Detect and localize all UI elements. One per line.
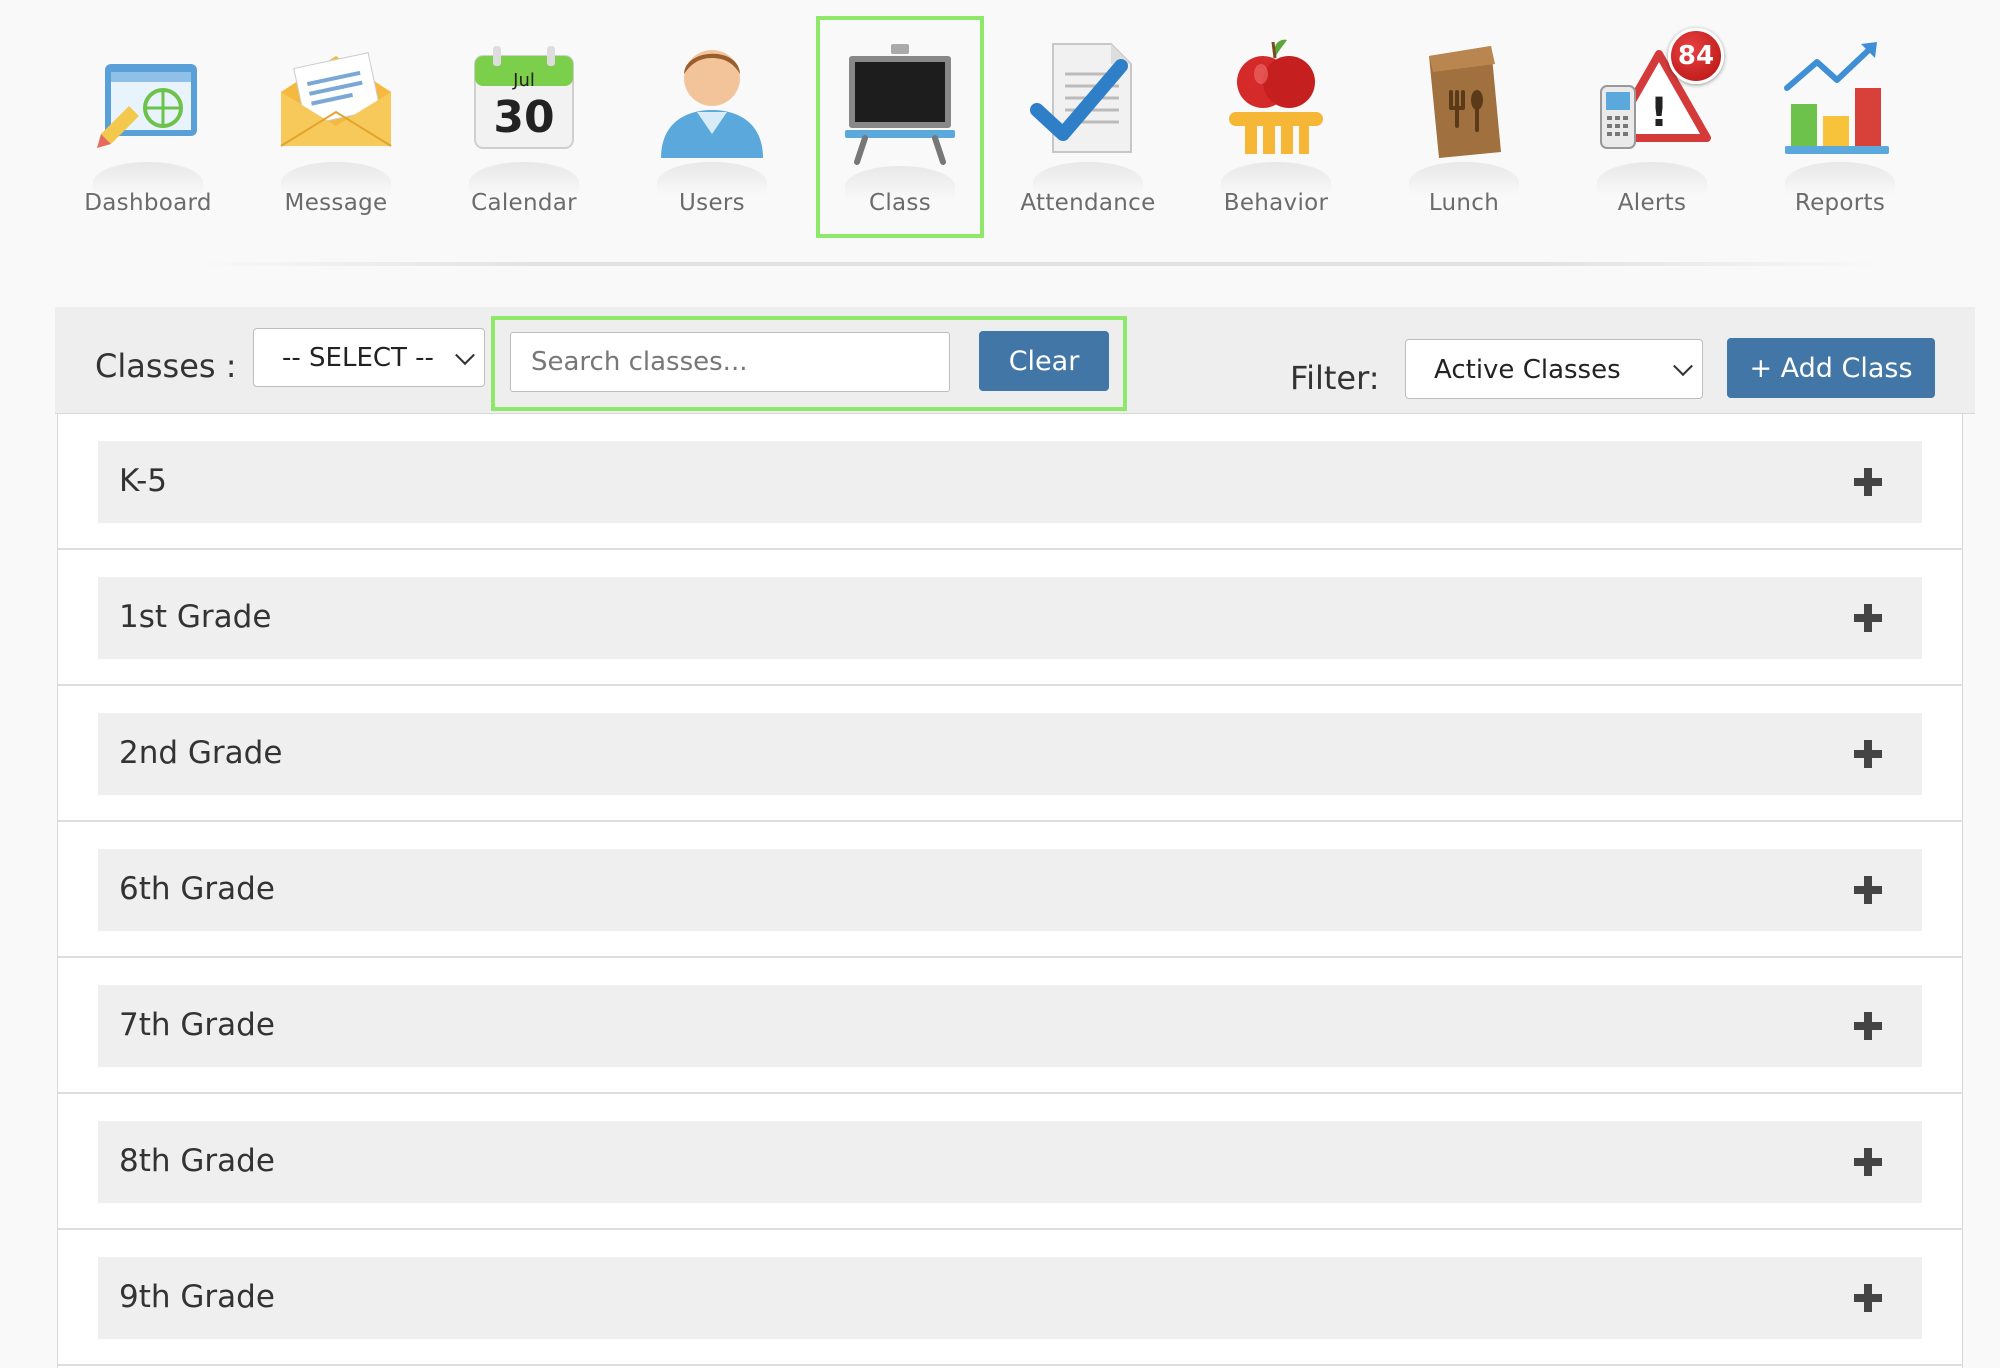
nav-item-calendar[interactable]: Jul 30 Calendar [440,16,608,238]
list-item: 8th Grade [58,1094,1962,1230]
accordion-header-7th-grade[interactable]: 7th Grade [98,985,1922,1067]
nav-label: Class [868,190,931,216]
filter-select-value: Active Classes [1434,355,1621,385]
class-name: 9th Grade [119,1279,275,1315]
search-group: Clear [491,316,1127,411]
class-name: 1st Grade [119,599,272,635]
nav-divider [200,262,1880,266]
svg-text:!: ! [1650,90,1668,136]
alerts-count-badge: 84 [1668,28,1724,84]
accordion-header-9th-grade[interactable]: 9th Grade [98,1257,1922,1339]
plus-icon [1854,1284,1882,1312]
checkmark-document-icon [1023,34,1153,164]
nav-item-message[interactable]: Message [252,16,420,238]
plus-icon [1854,1012,1882,1040]
dashboard-icon [83,34,213,164]
list-item: 2nd Grade [58,686,1962,822]
list-item: 1st Grade [58,550,1962,686]
nav-item-attendance[interactable]: Attendance [1004,16,1172,238]
top-navigation: Dashboard Message Jul 30 Calendar Users … [0,0,2000,270]
apple-icon [1211,34,1341,164]
nav-label: Message [284,190,388,216]
accordion-header-1st-grade[interactable]: 1st Grade [98,577,1922,659]
class-name: 8th Grade [119,1143,275,1179]
nav-label: Calendar [471,190,577,216]
accordion-header-k5[interactable]: K-5 [98,441,1922,523]
lunch-bag-icon [1399,34,1529,164]
plus-icon [1854,1148,1882,1176]
nav-item-class[interactable]: Class [816,16,984,238]
plus-icon [1854,876,1882,904]
nav-label: Reports [1794,190,1886,216]
list-item: 9th Grade [58,1230,1962,1366]
envelope-icon [271,34,401,164]
plus-icon [1854,604,1882,632]
classes-select[interactable]: -- SELECT -- [253,328,485,387]
calendar-icon: Jul 30 [459,34,589,164]
nav-item-dashboard[interactable]: Dashboard [64,16,232,238]
nav-item-behavior[interactable]: Behavior [1192,16,1360,238]
class-accordion-list: K-5 1st Grade 2nd Grade 6th Grade 7th Gr… [57,414,1963,1368]
list-item: 7th Grade [58,958,1962,1094]
calendar-month: Jul [512,70,535,91]
nav-item-reports[interactable]: Reports [1756,16,1924,238]
search-input[interactable] [510,332,950,392]
nav-label: Lunch [1428,190,1500,216]
accordion-header-6th-grade[interactable]: 6th Grade [98,849,1922,931]
classes-select-value: -- SELECT -- [282,343,434,373]
chalkboard-icon [835,38,965,168]
nav-label: Behavior [1223,190,1329,216]
nav-item-alerts[interactable]: ! 84 Alerts [1568,16,1736,238]
filter-label: Filter: [1290,359,1380,397]
list-item: 6th Grade [58,822,1962,958]
bar-chart-icon [1775,34,1905,164]
plus-icon [1854,740,1882,768]
nav-label: Dashboard [84,190,212,216]
accordion-header-8th-grade[interactable]: 8th Grade [98,1121,1922,1203]
class-name: 7th Grade [119,1007,275,1043]
list-item: K-5 [58,414,1962,550]
filter-select[interactable]: Active Classes [1405,339,1703,399]
class-name: 6th Grade [119,871,275,907]
class-name: 2nd Grade [119,735,283,771]
clear-button[interactable]: Clear [979,331,1109,391]
user-icon [647,34,777,164]
nav-item-users[interactable]: Users [628,16,796,238]
plus-icon [1854,468,1882,496]
nav-label: Alerts [1617,190,1687,216]
classes-label: Classes : [95,347,237,385]
class-name: K-5 [119,463,167,499]
chevron-down-icon [1673,356,1693,377]
add-class-button[interactable]: + Add Class [1727,338,1935,398]
nav-label: Attendance [1020,190,1156,216]
nav-item-lunch[interactable]: Lunch [1380,16,1548,238]
calendar-day: 30 [493,92,554,143]
nav-label: Users [679,190,745,216]
class-toolbar: Classes : -- SELECT -- Clear Filter: Act… [55,307,1975,414]
chevron-down-icon [455,344,475,365]
accordion-header-2nd-grade[interactable]: 2nd Grade [98,713,1922,795]
